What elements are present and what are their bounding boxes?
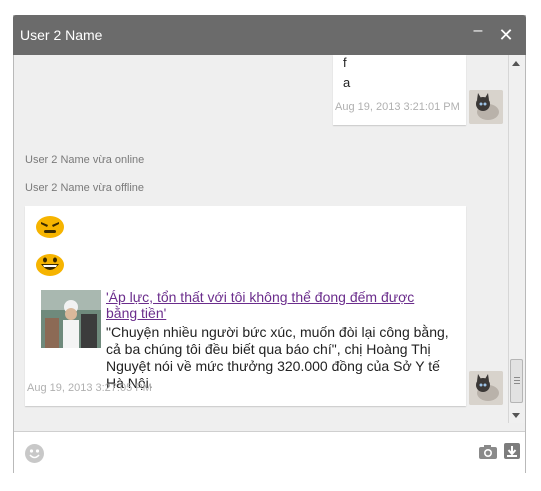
message-line: a xyxy=(343,75,351,90)
avatar[interactable] xyxy=(469,90,503,124)
avatar[interactable] xyxy=(469,371,503,405)
angry-face-emoji-icon xyxy=(36,216,64,238)
message-timestamp: Aug 19, 2013 3:27:05 PM xyxy=(27,382,152,394)
scroll-thumb[interactable] xyxy=(510,359,523,403)
incoming-message: 'Áp lực, tổn thất với tôi không thể đong… xyxy=(25,206,466,406)
status-online: User 2 Name vừa online xyxy=(25,154,145,166)
close-icon[interactable]: ✕ xyxy=(497,26,515,44)
scroll-down-icon[interactable] xyxy=(512,413,520,418)
attach-icon[interactable] xyxy=(503,442,521,460)
chat-title: User 2 Name xyxy=(20,27,103,43)
outgoing-message: f a Aug 19, 2013 3:21:01 PM xyxy=(333,55,466,125)
scroll-up-icon[interactable] xyxy=(512,61,520,66)
article-link[interactable]: 'Áp lực, tổn thất với tôi không thể đong… xyxy=(106,289,446,321)
message-scrollbar[interactable] xyxy=(508,55,525,423)
grinning-face-emoji-icon xyxy=(36,254,64,276)
chat-titlebar: User 2 Name – ✕ xyxy=(13,15,526,55)
message-line: f xyxy=(343,55,347,70)
chat-window: User 2 Name – ✕ f a Aug 19, 2013 3:21:01… xyxy=(13,15,526,474)
minimize-icon[interactable]: – xyxy=(469,23,487,41)
camera-icon[interactable] xyxy=(478,444,498,460)
status-offline: User 2 Name vừa offline xyxy=(25,182,145,194)
message-composer[interactable] xyxy=(14,431,525,474)
cat-avatar-icon xyxy=(469,371,503,405)
smiley-icon[interactable] xyxy=(25,444,44,463)
message-timestamp: Aug 19, 2013 3:21:01 PM xyxy=(335,101,460,113)
cat-avatar-icon xyxy=(469,90,503,124)
message-list[interactable]: f a Aug 19, 2013 3:21:01 PM User 2 Name … xyxy=(14,55,508,423)
